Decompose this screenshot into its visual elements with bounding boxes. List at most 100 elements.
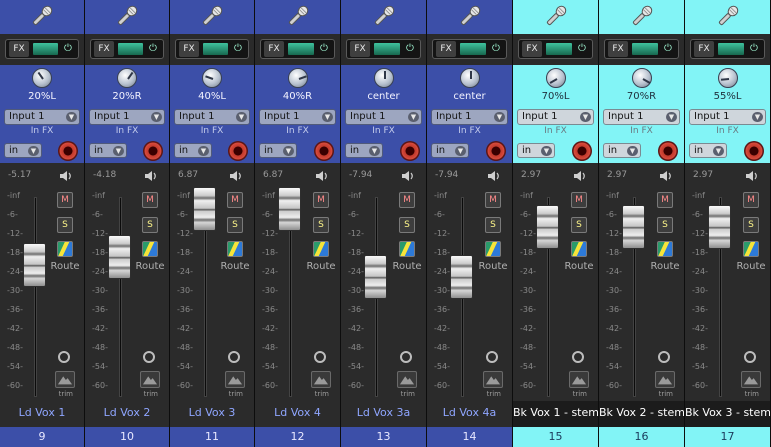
route-button[interactable]: Route: [219, 261, 251, 272]
record-arm-button[interactable]: [58, 141, 78, 161]
route-button[interactable]: Route: [735, 261, 767, 272]
fx-power-icon[interactable]: ⏻: [317, 42, 331, 56]
phase-icon[interactable]: [57, 241, 73, 257]
group-icon[interactable]: [658, 351, 670, 363]
mute-button[interactable]: M: [571, 192, 587, 208]
phase-icon[interactable]: [743, 241, 759, 257]
in-fx-label[interactable]: In FX: [513, 126, 598, 136]
route-button[interactable]: Route: [134, 261, 166, 272]
mute-button[interactable]: M: [227, 192, 243, 208]
mute-button[interactable]: M: [142, 192, 158, 208]
fx-enabled-bar[interactable]: [718, 43, 744, 55]
monitor-select[interactable]: in ▼: [431, 143, 469, 158]
fx-power-icon[interactable]: ⏻: [661, 42, 675, 56]
group-icon[interactable]: [143, 351, 155, 363]
group-icon[interactable]: [228, 351, 240, 363]
track-name[interactable]: Bk Vox 2 - stem: [599, 401, 684, 427]
fader-track[interactable]: [34, 197, 37, 397]
speaker-icon[interactable]: [59, 170, 73, 182]
pan-knob[interactable]: [459, 68, 480, 88]
in-fx-label[interactable]: In FX: [85, 126, 169, 136]
volume-fader[interactable]: [278, 187, 301, 231]
fx-power-icon[interactable]: ⏻: [61, 42, 75, 56]
mute-button[interactable]: M: [57, 192, 73, 208]
mute-button[interactable]: M: [313, 192, 329, 208]
track-name[interactable]: Bk Vox 3 - stem: [685, 401, 770, 427]
input-select[interactable]: Input 1 ▼: [4, 109, 80, 125]
input-select[interactable]: Input 1 ▼: [345, 109, 422, 125]
fx-power-icon[interactable]: ⏻: [146, 42, 160, 56]
microphone-icon[interactable]: [371, 3, 397, 29]
fx-chain[interactable]: FX ⏻: [260, 39, 335, 59]
fx-enabled-bar[interactable]: [460, 43, 486, 55]
track-name[interactable]: Ld Vox 4: [255, 401, 340, 427]
fx-chain[interactable]: FX ⏻: [604, 39, 679, 59]
pan-knob[interactable]: [717, 68, 738, 88]
volume-fader[interactable]: [536, 205, 559, 249]
speaker-icon[interactable]: [401, 170, 415, 182]
route-button[interactable]: Route: [305, 261, 337, 272]
microphone-icon[interactable]: [715, 3, 741, 29]
monitor-select[interactable]: in ▼: [89, 143, 127, 158]
speaker-icon[interactable]: [487, 170, 501, 182]
track-name[interactable]: Ld Vox 1: [0, 401, 84, 427]
fx-chain[interactable]: FX ⏻: [90, 39, 164, 59]
route-button[interactable]: Route: [563, 261, 595, 272]
phase-icon[interactable]: [657, 241, 673, 257]
record-arm-button[interactable]: [658, 141, 678, 161]
group-icon[interactable]: [744, 351, 756, 363]
input-select[interactable]: Input 1 ▼: [174, 109, 250, 125]
solo-button[interactable]: S: [743, 217, 759, 233]
in-fx-label[interactable]: In FX: [599, 126, 684, 136]
speaker-icon[interactable]: [144, 170, 158, 182]
record-arm-button[interactable]: [572, 141, 592, 161]
monitor-select[interactable]: in ▼: [603, 143, 641, 158]
fader-track[interactable]: [119, 197, 122, 397]
pan-knob[interactable]: [202, 68, 222, 88]
fx-enabled-bar[interactable]: [288, 43, 314, 55]
phase-icon[interactable]: [142, 241, 158, 257]
track-name[interactable]: Bk Vox 1 - stem: [513, 401, 598, 427]
speaker-icon[interactable]: [229, 170, 243, 182]
monitor-select[interactable]: in ▼: [517, 143, 555, 158]
route-button[interactable]: Route: [649, 261, 681, 272]
phase-icon[interactable]: [227, 241, 243, 257]
track-name[interactable]: Ld Vox 3: [170, 401, 254, 427]
solo-button[interactable]: S: [657, 217, 673, 233]
mute-button[interactable]: M: [399, 192, 415, 208]
fx-enabled-bar[interactable]: [374, 43, 400, 55]
input-select[interactable]: Input 1 ▼: [259, 109, 336, 125]
monitor-select[interactable]: in ▼: [174, 143, 212, 158]
group-icon[interactable]: [486, 351, 498, 363]
microphone-icon[interactable]: [543, 3, 569, 29]
input-select[interactable]: Input 1 ▼: [89, 109, 165, 125]
input-select[interactable]: Input 1 ▼: [517, 109, 594, 125]
trim-icon[interactable]: [483, 371, 503, 388]
phase-icon[interactable]: [399, 241, 415, 257]
pan-knob[interactable]: [32, 68, 52, 88]
pan-knob[interactable]: [373, 68, 394, 88]
route-button[interactable]: Route: [49, 261, 81, 272]
microphone-icon[interactable]: [114, 3, 140, 29]
solo-button[interactable]: S: [571, 217, 587, 233]
fx-chain[interactable]: FX ⏻: [690, 39, 765, 59]
volume-fader[interactable]: [450, 255, 473, 299]
group-icon[interactable]: [572, 351, 584, 363]
track-name[interactable]: Ld Vox 4a: [427, 401, 512, 427]
speaker-icon[interactable]: [315, 170, 329, 182]
mute-button[interactable]: M: [485, 192, 501, 208]
fx-enabled-bar[interactable]: [118, 43, 143, 55]
microphone-icon[interactable]: [629, 3, 655, 29]
volume-fader[interactable]: [108, 235, 131, 279]
microphone-icon[interactable]: [29, 3, 55, 29]
monitor-select[interactable]: in ▼: [689, 143, 727, 158]
record-arm-button[interactable]: [744, 141, 764, 161]
volume-fader[interactable]: [622, 205, 645, 249]
fx-button[interactable]: FX: [179, 41, 199, 57]
group-icon[interactable]: [314, 351, 326, 363]
speaker-icon[interactable]: [573, 170, 587, 182]
fx-enabled-bar[interactable]: [33, 43, 58, 55]
in-fx-label[interactable]: In FX: [427, 126, 512, 136]
input-select[interactable]: Input 1 ▼: [689, 109, 766, 125]
pan-knob[interactable]: [631, 68, 652, 88]
